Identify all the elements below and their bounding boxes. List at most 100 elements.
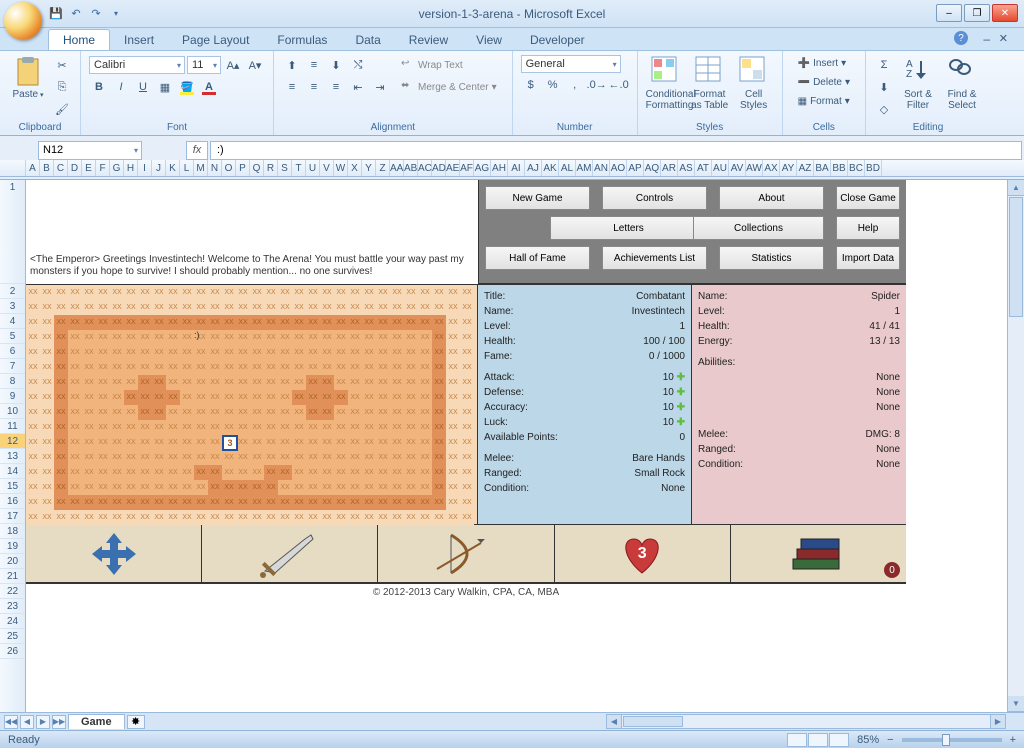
redo-icon[interactable]: ↷ (88, 6, 104, 22)
col-header[interactable]: B (40, 160, 54, 176)
row-header[interactable]: 17 (0, 509, 25, 524)
maximize-button[interactable]: ❐ (964, 4, 990, 22)
col-header[interactable]: N (208, 160, 222, 176)
row-header[interactable]: 11 (0, 419, 25, 434)
col-header[interactable]: R (264, 160, 278, 176)
new-sheet-button[interactable]: ✸ (127, 715, 145, 729)
row-header[interactable]: 23 (0, 599, 25, 614)
col-header[interactable]: BD (865, 160, 882, 176)
col-header[interactable]: X (348, 160, 362, 176)
row-header[interactable]: 15 (0, 479, 25, 494)
scroll-thumb[interactable] (1009, 197, 1023, 317)
name-box[interactable]: N12 (38, 141, 142, 160)
scroll-right-icon[interactable]: ▶ (990, 715, 1005, 728)
row-header[interactable]: 8 (0, 374, 25, 389)
row-header[interactable]: 25 (0, 629, 25, 644)
column-headers[interactable]: ABCDEFGHIJKLMNOPQRSTUVWXYZAAABACADAEAFAG… (0, 160, 1024, 177)
align-left-button[interactable]: ≡ (282, 77, 302, 97)
row-header[interactable]: 2 (0, 284, 25, 299)
help-button[interactable]: Help (836, 216, 900, 240)
qat-dropdown-icon[interactable]: ▾ (108, 6, 124, 22)
row-header[interactable]: 4 (0, 314, 25, 329)
col-header[interactable]: U (306, 160, 320, 176)
view-break-button[interactable] (829, 733, 849, 747)
row-header[interactable]: 6 (0, 344, 25, 359)
save-icon[interactable]: 💾 (48, 6, 64, 22)
increase-indent-button[interactable]: ⇥ (370, 77, 390, 97)
col-header[interactable]: W (334, 160, 348, 176)
tab-nav-next[interactable]: ▶ (36, 715, 50, 729)
row-header[interactable]: 26 (0, 644, 25, 659)
tab-developer[interactable]: Developer (516, 30, 599, 50)
row-header[interactable]: 13 (0, 449, 25, 464)
col-header[interactable]: Z (376, 160, 390, 176)
percent-button[interactable]: % (543, 75, 563, 95)
col-header[interactable]: O (222, 160, 236, 176)
col-header[interactable]: AV (729, 160, 746, 176)
col-header[interactable]: AL (559, 160, 576, 176)
col-header[interactable]: AT (695, 160, 712, 176)
col-header[interactable]: F (96, 160, 110, 176)
col-header[interactable]: BA (814, 160, 831, 176)
achievements-button[interactable]: Achievements List (602, 246, 707, 270)
wrap-text-button[interactable]: ↩Wrap Text (394, 55, 504, 75)
heart-icon[interactable]: 3 (555, 525, 731, 582)
select-all-corner[interactable] (0, 160, 26, 176)
col-header[interactable]: BC (848, 160, 865, 176)
move-icon[interactable] (26, 525, 202, 582)
row-header[interactable]: 20 (0, 554, 25, 569)
col-header[interactable]: AC (418, 160, 432, 176)
tab-insert[interactable]: Insert (110, 30, 168, 50)
font-name-combo[interactable]: Calibri (89, 56, 185, 74)
col-header[interactable]: E (82, 160, 96, 176)
tab-view[interactable]: View (462, 30, 516, 50)
row-header[interactable]: 7 (0, 359, 25, 374)
vertical-scrollbar[interactable]: ▲ ▼ (1007, 180, 1024, 712)
paste-button[interactable]: Paste ▾ (8, 55, 48, 100)
plus-icon[interactable]: ✚ (677, 387, 685, 398)
col-header[interactable]: AF (460, 160, 474, 176)
sheet-tab-game[interactable]: Game (68, 714, 125, 729)
grow-font-button[interactable]: A▴ (223, 55, 243, 75)
plus-icon[interactable]: ✚ (677, 417, 685, 428)
col-header[interactable]: G (110, 160, 124, 176)
ribbon-minimize-button[interactable]: – (983, 32, 990, 46)
font-size-combo[interactable]: 11 (187, 56, 221, 74)
scroll-left-icon[interactable]: ◀ (607, 715, 622, 728)
align-top-button[interactable]: ⬆ (282, 55, 302, 75)
tab-review[interactable]: Review (395, 30, 462, 50)
hscroll-thumb[interactable] (623, 716, 683, 727)
tab-data[interactable]: Data (341, 30, 394, 50)
col-header[interactable]: L (180, 160, 194, 176)
decrease-indent-button[interactable]: ⇤ (348, 77, 368, 97)
col-header[interactable]: AN (593, 160, 610, 176)
row-header[interactable]: 12 (0, 434, 25, 449)
col-header[interactable]: K (166, 160, 180, 176)
tab-nav-prev[interactable]: ◀ (20, 715, 34, 729)
fill-color-button[interactable]: 🪣 (177, 77, 197, 97)
col-header[interactable]: AX (763, 160, 780, 176)
plus-icon[interactable]: ✚ (677, 402, 685, 413)
workbook-close-button[interactable]: ✕ (999, 32, 1008, 45)
align-right-button[interactable]: ≡ (326, 77, 346, 97)
worksheet-grid[interactable]: 1234567891011121314151617181920212223242… (0, 180, 1024, 712)
zoom-slider[interactable] (902, 738, 1002, 742)
about-button[interactable]: About (719, 186, 824, 210)
row-header[interactable]: 24 (0, 614, 25, 629)
collections-button[interactable]: Collections (693, 216, 824, 240)
align-center-button[interactable]: ≡ (304, 77, 324, 97)
col-header[interactable]: D (68, 160, 82, 176)
italic-button[interactable]: I (111, 77, 131, 97)
view-normal-button[interactable] (787, 733, 807, 747)
col-header[interactable]: AI (508, 160, 525, 176)
row-header[interactable]: 3 (0, 299, 25, 314)
format-cells-button[interactable]: ▦ Format ▾ (791, 93, 857, 110)
copy-button[interactable]: ⎘ (52, 77, 72, 97)
row-header[interactable]: 14 (0, 464, 25, 479)
row-header[interactable]: 5 (0, 329, 25, 344)
orientation-button[interactable]: ⤭ (348, 55, 368, 75)
align-bottom-button[interactable]: ⬇ (326, 55, 346, 75)
col-header[interactable]: C (54, 160, 68, 176)
sword-icon[interactable] (202, 525, 378, 582)
col-header[interactable]: AM (576, 160, 593, 176)
